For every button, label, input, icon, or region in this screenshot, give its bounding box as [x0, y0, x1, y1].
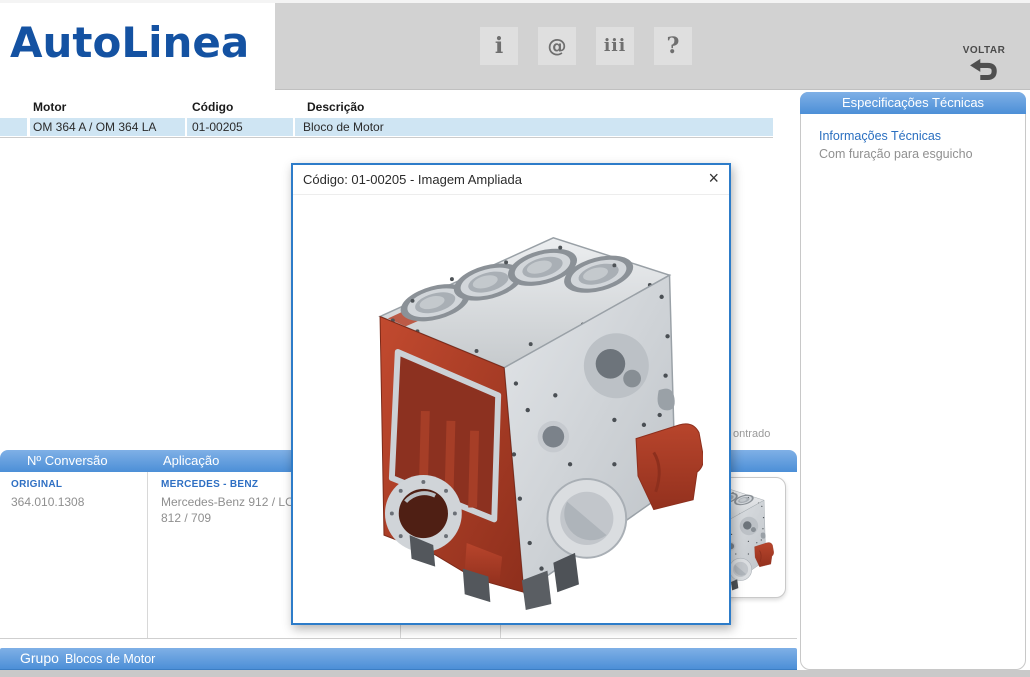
row-divider — [0, 137, 773, 138]
group-value: Blocos de Motor — [65, 649, 155, 670]
original-number: 364.010.1308 — [11, 495, 84, 509]
row-motor-cell[interactable]: OM 364 A / OM 364 LA — [30, 118, 185, 136]
image-modal: Código: 01-00205 - Imagem Ampliada × — [291, 163, 731, 625]
column-header-descricao: Descrição — [307, 100, 364, 114]
stats-icon: iii — [604, 36, 626, 56]
row-codigo-cell[interactable]: 01-00205 — [187, 118, 293, 136]
close-icon[interactable]: × — [708, 168, 719, 188]
voltar-label: VOLTAR — [948, 45, 1020, 56]
row-descricao-cell[interactable]: Bloco de Motor — [295, 118, 773, 136]
help-icon: ? — [667, 33, 680, 59]
informacoes-tecnicas-link[interactable]: Informações Técnicas — [819, 129, 941, 143]
column-header-motor: Motor — [33, 100, 66, 114]
application-line: Mercedes-Benz 912 / LO — [161, 495, 294, 509]
modal-title: Código: 01-00205 - Imagem Ampliada — [303, 172, 522, 187]
specs-panel-title: Especificações Técnicas — [800, 92, 1026, 114]
row-selector-cell[interactable] — [0, 118, 27, 136]
group-label: Grupo — [20, 648, 59, 669]
modal-title-divider — [293, 194, 729, 195]
conversion-col-header: Nº Conversão — [27, 450, 108, 472]
original-label: ORIGINAL — [11, 479, 62, 490]
voltar-button[interactable]: VOLTAR — [948, 45, 1020, 89]
back-arrow-icon — [967, 58, 1001, 84]
at-icon: @ — [548, 35, 567, 57]
application-col-header: Aplicação — [163, 450, 219, 472]
engine-block-image — [319, 217, 703, 613]
help-button[interactable]: ? — [654, 27, 692, 65]
info-icon: i — [495, 33, 503, 59]
spec-text: Com furação para esguicho — [819, 147, 973, 161]
bottom-strip — [0, 670, 1030, 677]
contact-button[interactable]: @ — [538, 27, 576, 65]
column-header-codigo: Código — [192, 100, 233, 114]
section-bottom-divider — [0, 638, 797, 639]
stats-button[interactable]: iii — [596, 27, 634, 65]
application-line: 812 / 709 — [161, 511, 211, 525]
group-bar: Grupo Blocos de Motor — [0, 648, 797, 670]
brand-label: MERCEDES - BENZ — [161, 479, 258, 490]
column-divider — [147, 472, 148, 638]
clipped-status-text: ontrado — [733, 428, 770, 440]
info-button[interactable]: i — [480, 27, 518, 65]
table-row[interactable]: OM 364 A / OM 364 LA 01-00205 Bloco de M… — [0, 118, 773, 136]
specs-panel: Especificações Técnicas Informações Técn… — [800, 92, 1026, 670]
app-logo: AutoLinea — [10, 18, 249, 67]
header-bar — [275, 3, 1030, 90]
